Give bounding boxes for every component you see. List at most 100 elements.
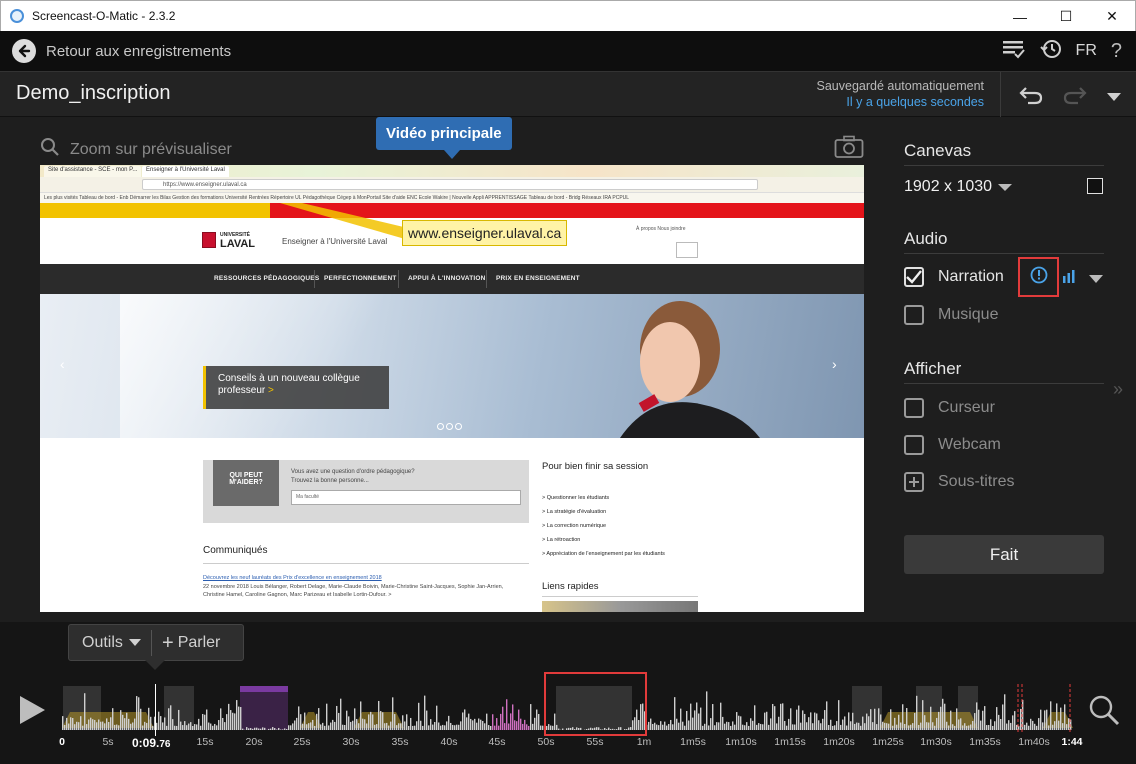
waveform-bar [496, 718, 498, 730]
waveform-bar [192, 725, 194, 730]
project-name[interactable]: Demo_inscription [16, 82, 171, 105]
waveform-bar [930, 706, 932, 730]
resolution-value: 1902 x 1030 [904, 178, 993, 195]
camera-icon[interactable] [834, 135, 864, 164]
chevron-down-icon [128, 639, 141, 646]
waveform-bar [698, 713, 700, 730]
back-to-recordings-button[interactable]: Retour aux enregistrements [12, 39, 231, 63]
waveform-bar [654, 722, 656, 730]
waveform-bar [222, 717, 224, 730]
zoom-preview[interactable]: Zoom sur prévisualiser [40, 137, 232, 162]
waveform-bar [336, 705, 338, 730]
waveform-bar [370, 711, 372, 730]
waveform-bar [718, 722, 720, 730]
canvas-heading: Canevas [904, 141, 972, 160]
timeline-zoom-icon[interactable] [1088, 694, 1120, 731]
maximize-button[interactable]: ☐ [1043, 1, 1089, 32]
waveform-bar [462, 712, 464, 730]
waveform-bar [206, 709, 208, 730]
waveform-bar [788, 718, 790, 730]
playhead[interactable] [155, 684, 156, 736]
redo-icon[interactable] [1062, 84, 1088, 111]
plus-icon[interactable] [904, 472, 924, 492]
webcam-checkbox[interactable] [904, 435, 924, 455]
waveform-bar [920, 722, 922, 730]
more-dropdown-icon[interactable] [1106, 89, 1122, 107]
play-button[interactable] [20, 696, 45, 724]
waveform-bar [302, 723, 304, 730]
help-icon[interactable]: ? [1111, 40, 1122, 63]
time-tick-label: 50s [537, 736, 555, 748]
waveform-bar [956, 708, 958, 730]
selection-highlight[interactable] [544, 672, 647, 736]
back-arrow-icon [12, 39, 36, 63]
resolution-dropdown[interactable]: 1902 x 1030 [904, 178, 1013, 196]
waveform-bar [418, 702, 420, 730]
waveform-bar [762, 724, 764, 730]
waveform-bar [814, 712, 816, 730]
waveform-bar [98, 719, 100, 730]
waveform-bar [702, 725, 704, 730]
waveform-bar [196, 724, 198, 730]
speak-button[interactable]: + Parler [152, 633, 220, 653]
show-heading: Afficher [904, 359, 962, 378]
waveform-bar [968, 725, 970, 730]
waveform-bar [536, 709, 538, 730]
subtitles-add[interactable]: Sous-titres [904, 472, 1014, 492]
waveform-bar [96, 722, 98, 730]
cursor-checkbox[interactable] [904, 398, 924, 418]
waveform-bar [442, 724, 444, 730]
waveform-bar [1030, 718, 1032, 730]
waveform-bar [868, 716, 870, 730]
waveform-bar [758, 723, 760, 730]
main-video-callout[interactable]: Vidéo principale [376, 117, 512, 159]
history-icon[interactable] [1039, 38, 1062, 65]
cursor-toggle[interactable]: Curseur [904, 398, 995, 418]
canvas-color-swatch[interactable] [1087, 178, 1103, 194]
waveform-bar [730, 725, 732, 730]
minimize-button[interactable]: — [997, 1, 1043, 32]
waveform-bar [340, 698, 342, 730]
music-checkbox[interactable] [904, 305, 924, 325]
undo-icon[interactable] [1018, 84, 1044, 111]
quick-links-image [542, 601, 698, 612]
waveform-bar [72, 718, 74, 730]
narration-checkbox[interactable] [904, 267, 924, 287]
waveform-bar [908, 725, 910, 730]
video-preview[interactable]: Site d'assistance - SCE - mon P... Ensei… [40, 165, 864, 612]
time-tick-label: 1m30s [920, 736, 952, 748]
close-button[interactable]: ✕ [1089, 1, 1135, 32]
checklist-icon[interactable] [1002, 39, 1026, 64]
language-selector[interactable]: FR [1076, 42, 1097, 60]
done-button[interactable]: Fait [904, 535, 1104, 574]
waveform-bar [756, 724, 758, 730]
waveform-bar [152, 725, 154, 730]
waveform-bar [384, 723, 386, 730]
time-tick-label: 40s [440, 736, 458, 748]
waveform-bar [202, 713, 204, 730]
waveform-bar [1014, 711, 1016, 730]
waveform-bar [448, 715, 450, 730]
webcam-toggle[interactable]: Webcam [904, 435, 1001, 455]
waveform-bar [142, 725, 144, 730]
waveform-bar [144, 721, 146, 730]
time-tick-label: 15s [196, 736, 214, 748]
site-nav-item: PERFECTIONNEMENT [324, 275, 397, 282]
waveform-bar [984, 706, 986, 730]
collapse-panel-icon[interactable]: » [1113, 379, 1123, 400]
tools-button[interactable]: Outils [69, 634, 151, 652]
url-callout[interactable]: www.enseigner.ulaval.ca [402, 220, 568, 246]
waveform-bar [492, 714, 494, 730]
waveform-bar [368, 714, 370, 730]
waveform-bar [898, 714, 900, 730]
waveform-bar [954, 725, 956, 730]
narration-toggle[interactable]: Narration [904, 267, 1004, 287]
side-list-item: > Appréciation de l'enseignement par les… [542, 551, 665, 557]
music-toggle[interactable]: Musique [904, 305, 998, 325]
waveform-bar [482, 720, 484, 730]
waveform-bar [686, 710, 688, 730]
narration-options-icon[interactable] [1089, 275, 1103, 283]
waveform-bar [342, 724, 344, 730]
narration-warning-highlight[interactable] [1018, 257, 1059, 297]
waveform-bar [880, 714, 882, 730]
